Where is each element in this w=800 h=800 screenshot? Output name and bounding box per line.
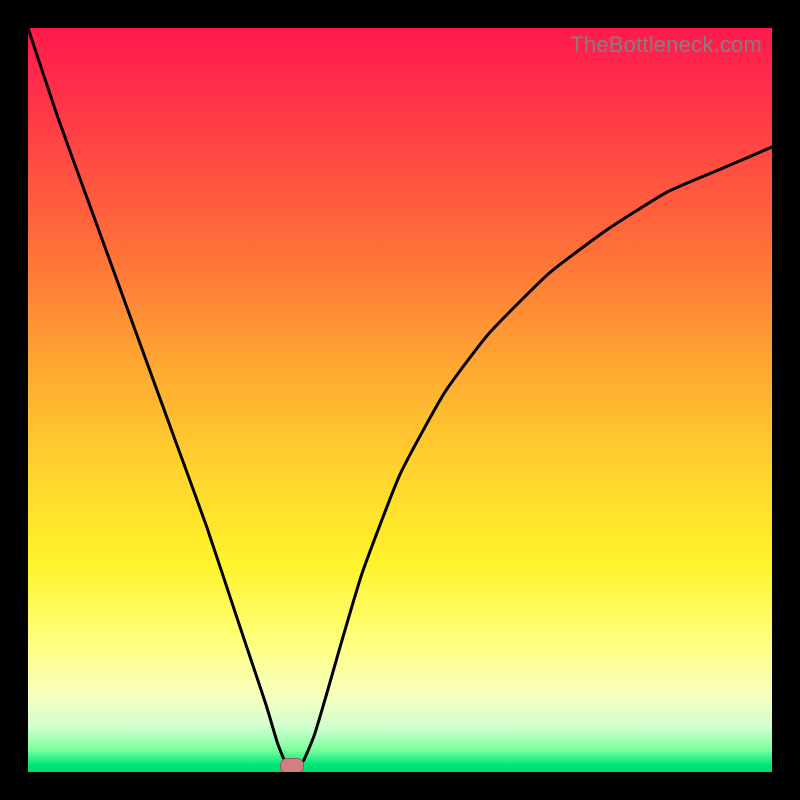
watermark-text: TheBottleneck.com [570,32,762,58]
optimal-point-marker [280,758,304,772]
outer-frame: TheBottleneck.com [0,0,800,800]
plot-area: TheBottleneck.com [28,28,772,772]
bottleneck-curve [28,28,772,772]
